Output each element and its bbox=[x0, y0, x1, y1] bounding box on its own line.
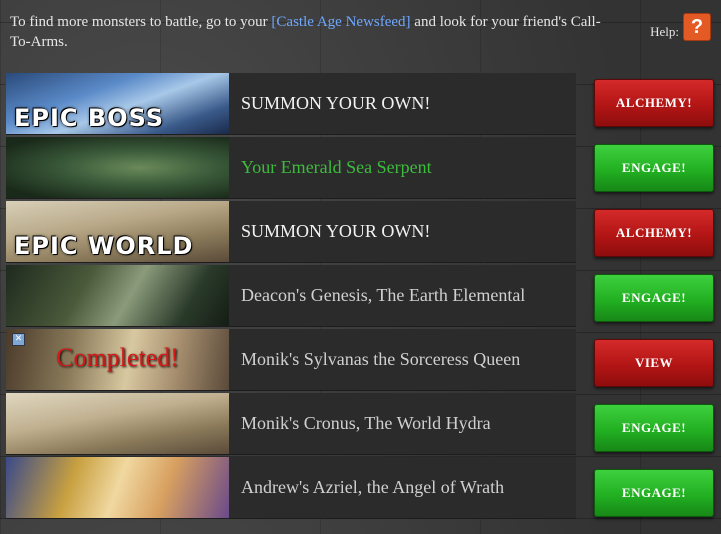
monster-row: ✕ Completed! Monik's Sylvanas the Sorcer… bbox=[6, 329, 576, 391]
monster-thumbnail[interactable]: EPIC WORLD bbox=[6, 201, 229, 262]
monster-row: Andrew's Azriel, the Angel of Wrath bbox=[6, 457, 576, 519]
monster-row: Your Emerald Sea Serpent bbox=[6, 137, 576, 199]
intro-text: To find more monsters to battle, go to y… bbox=[10, 12, 610, 52]
monster-list: EPIC BOSS SUMMON YOUR OWN! Your Emerald … bbox=[6, 73, 576, 521]
alchemy-button[interactable]: ALCHEMY! bbox=[594, 209, 714, 257]
monster-thumbnail[interactable] bbox=[6, 393, 229, 454]
newsfeed-link[interactable]: [Castle Age Newsfeed] bbox=[271, 14, 410, 30]
engage-button[interactable]: ENGAGE! bbox=[594, 404, 714, 452]
monster-name: Deacon's Genesis, The Earth Elemental bbox=[241, 285, 526, 305]
monster-thumbnail[interactable]: ✕ Completed! bbox=[6, 329, 229, 390]
thumbnail-label: EPIC WORLD bbox=[14, 232, 194, 260]
engage-button[interactable]: ENGAGE! bbox=[594, 274, 714, 322]
monster-name: Monik's Sylvanas the Sorceress Queen bbox=[241, 349, 521, 369]
monster-name: SUMMON YOUR OWN! bbox=[241, 221, 431, 241]
view-button[interactable]: VIEW bbox=[594, 339, 714, 387]
intro-before: To find more monsters to battle, go to y… bbox=[10, 14, 272, 30]
help-area: Help: ? bbox=[650, 13, 711, 41]
engage-button[interactable]: ENGAGE! bbox=[594, 469, 714, 517]
monster-thumbnail[interactable] bbox=[6, 137, 229, 198]
monster-name: SUMMON YOUR OWN! bbox=[241, 93, 431, 113]
help-label: Help: bbox=[650, 24, 679, 39]
engage-button[interactable]: ENGAGE! bbox=[594, 144, 714, 192]
alchemy-button[interactable]: ALCHEMY! bbox=[594, 79, 714, 127]
action-buttons: ALCHEMY! ENGAGE! ALCHEMY! ENGAGE! VIEW E… bbox=[594, 79, 714, 534]
thumbnail-label: EPIC BOSS bbox=[14, 104, 165, 132]
monster-row: EPIC WORLD SUMMON YOUR OWN! bbox=[6, 201, 576, 263]
help-question-icon[interactable]: ? bbox=[683, 13, 711, 41]
monster-name: Monik's Cronus, The World Hydra bbox=[241, 413, 491, 433]
monster-name: Andrew's Azriel, the Angel of Wrath bbox=[241, 477, 505, 497]
monster-thumbnail[interactable] bbox=[6, 265, 229, 326]
monster-row: EPIC BOSS SUMMON YOUR OWN! bbox=[6, 73, 576, 135]
monster-name: Your Emerald Sea Serpent bbox=[241, 157, 432, 177]
monster-thumbnail[interactable] bbox=[6, 457, 229, 518]
monster-row: Deacon's Genesis, The Earth Elemental bbox=[6, 265, 576, 327]
monster-row: Monik's Cronus, The World Hydra bbox=[6, 393, 576, 455]
monster-thumbnail[interactable]: EPIC BOSS bbox=[6, 73, 229, 134]
completed-overlay: Completed! bbox=[56, 343, 179, 372]
